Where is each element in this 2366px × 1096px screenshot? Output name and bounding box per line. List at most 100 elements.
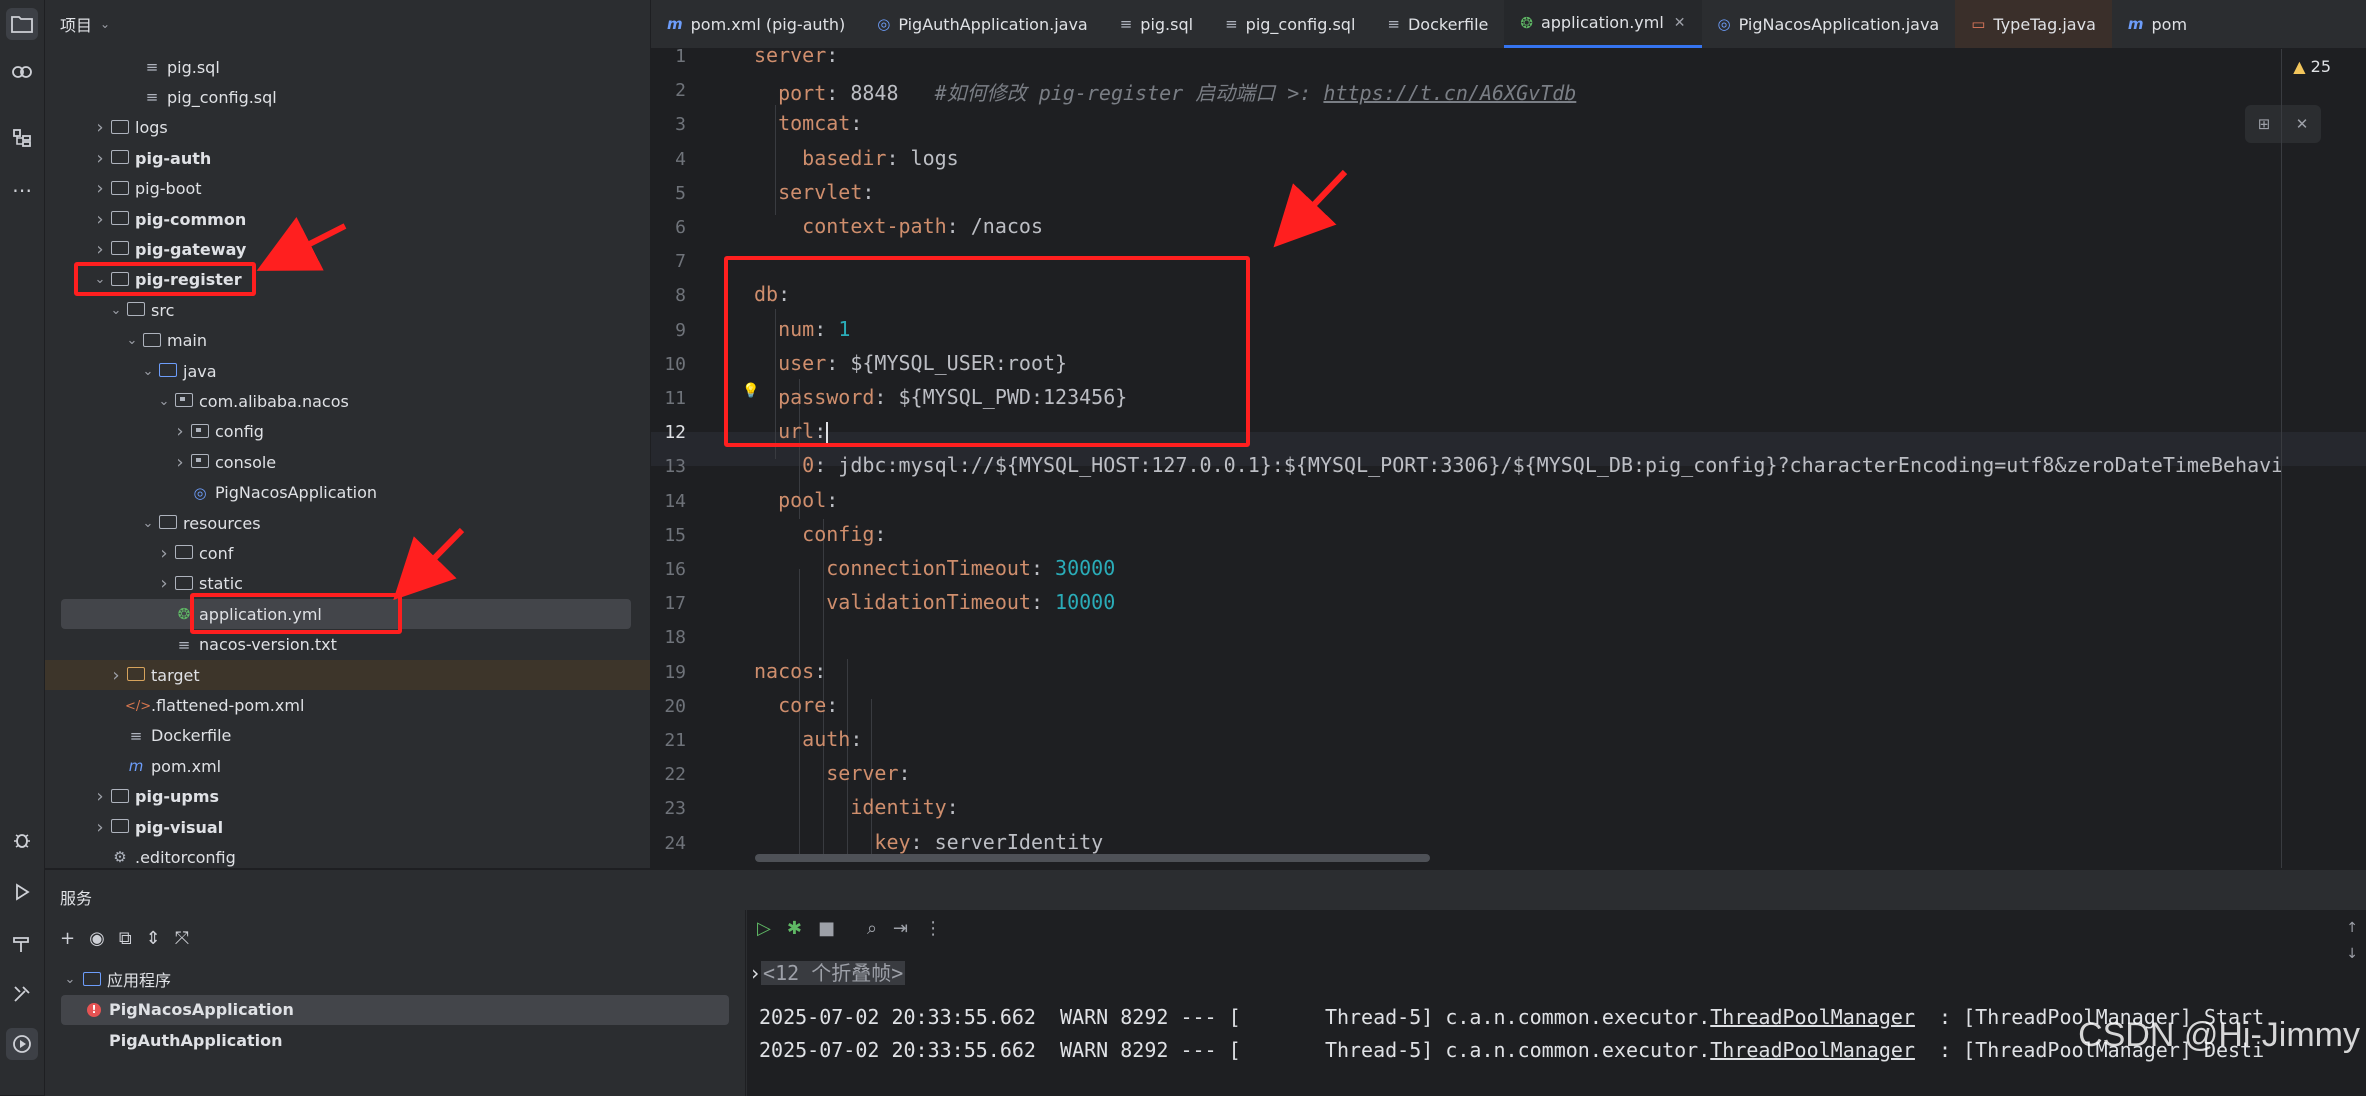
service-item[interactable]: PigAuthApplication xyxy=(61,1025,729,1055)
stop-icon[interactable]: ■ xyxy=(818,918,835,939)
tree-item[interactable]: › console xyxy=(171,447,276,477)
tree-item[interactable]: › pig-boot xyxy=(91,174,201,204)
close-icon[interactable]: ✕ xyxy=(1674,15,1686,31)
build-icon[interactable] xyxy=(6,928,38,960)
tree-item[interactable]: › pig-common xyxy=(91,204,246,234)
add-icon[interactable]: + xyxy=(60,928,75,949)
service-label: PigNacosApplication xyxy=(109,1000,294,1019)
editor-tab[interactable]: m pom.xml (pig-auth) xyxy=(651,0,861,48)
tree-item[interactable]: › pig-gateway xyxy=(91,234,246,264)
chevron-down-icon[interactable]: ⌄ xyxy=(139,364,157,379)
more-icon[interactable]: ⋮ xyxy=(924,918,942,939)
tree-item[interactable]: ◎ PigNacosApplication xyxy=(171,478,377,508)
run-console[interactable]: ▷ ✱ ■ ⌕ ⇥ ⋮ › <12 个折叠帧> 2025-07-02 20:33:… xyxy=(747,910,2366,1096)
line-number: 16 xyxy=(664,559,686,580)
tree-item[interactable]: ⌄ com.alibaba.nacos xyxy=(155,386,349,416)
chevron-down-icon[interactable]: ⌄ xyxy=(100,17,110,31)
chevron-down-icon[interactable]: ⌄ xyxy=(139,516,157,531)
structure-icon[interactable] xyxy=(6,122,38,154)
close-icon[interactable]: ✕ xyxy=(2296,115,2309,133)
exit-icon[interactable]: ⇥ xyxy=(893,918,908,939)
tree-item[interactable]: › conf xyxy=(155,538,233,568)
folded-frames[interactable]: › <12 个折叠帧> xyxy=(749,957,906,986)
more-icon[interactable]: ⋯ xyxy=(6,174,38,206)
copilot-icon[interactable] xyxy=(6,56,38,88)
service-item[interactable]: ! PigNacosApplication xyxy=(61,994,729,1025)
tree-item[interactable]: ⌄ src xyxy=(107,295,175,325)
editor-tab[interactable]: ≡ pig.sql xyxy=(1104,0,1209,48)
tree-item[interactable]: › config xyxy=(171,417,264,447)
new-tab-icon[interactable]: ⧉ xyxy=(119,928,132,949)
project-folder-icon[interactable] xyxy=(6,8,38,40)
horizontal-scrollbar[interactable] xyxy=(755,854,1430,862)
chevron-down-icon[interactable]: ⌄ xyxy=(155,394,173,409)
log-class-link[interactable]: ThreadPoolManager xyxy=(1710,1038,1915,1062)
chevron-right-icon[interactable]: › xyxy=(91,209,109,230)
editor-tab[interactable]: m pom xyxy=(2112,0,2203,48)
tree-item[interactable]: › logs xyxy=(91,113,167,143)
collapse-icon[interactable]: ⤧ xyxy=(175,928,189,949)
services-icon[interactable] xyxy=(6,1028,38,1060)
editor-tab[interactable]: ◎ PigNacosApplication.java xyxy=(1702,0,1956,48)
run-icon[interactable] xyxy=(6,876,38,908)
chevron-right-icon[interactable]: › xyxy=(171,452,189,473)
ai-assistant-icon[interactable]: ⊞ xyxy=(2258,115,2271,133)
tree-item[interactable]: ⌄ java xyxy=(139,356,217,386)
code-line: core: xyxy=(754,693,838,717)
tab-label: application.yml xyxy=(1540,13,1664,32)
editor-tab[interactable]: ≡ pig_config.sql xyxy=(1209,0,1371,48)
tree-item[interactable]: m pom.xml xyxy=(107,751,221,781)
debug-icon[interactable] xyxy=(6,824,38,856)
folder-icon xyxy=(109,240,131,258)
rerun-icon[interactable]: ▷ xyxy=(757,918,771,939)
editor-tab[interactable]: ≡ Dockerfile xyxy=(1371,0,1504,48)
tree-item[interactable]: ⌄ main xyxy=(123,326,207,356)
code-token: : xyxy=(814,658,827,683)
project-panel-header[interactable]: 项目 ⌄ xyxy=(45,0,650,48)
tree-item[interactable]: ≡ pig.sql xyxy=(123,52,220,82)
chevron-right-icon[interactable]: › xyxy=(91,239,109,260)
scroll-down-icon[interactable]: ↓ xyxy=(2346,946,2358,962)
tab-label: pom xyxy=(2151,14,2188,34)
chevron-right-icon[interactable]: › xyxy=(91,786,109,807)
eye-icon[interactable]: ◉ xyxy=(89,928,105,949)
debug-icon[interactable]: ✱ xyxy=(787,918,802,939)
chevron-right-icon[interactable]: › xyxy=(155,573,173,594)
tree-item[interactable]: ⚙ .editorconfig xyxy=(91,842,236,872)
chevron-right-icon[interactable]: › xyxy=(91,117,109,138)
tree-item[interactable]: › pig-auth xyxy=(91,143,211,173)
tree-item[interactable]: › target xyxy=(107,660,199,690)
log-class-link[interactable]: ThreadPoolManager xyxy=(1710,1005,1915,1029)
tree-item[interactable]: ≡ nacos-version.txt xyxy=(155,630,337,660)
code-editor[interactable]: 1 server: 2 port: 8848 #如何修改 pig-register … xyxy=(651,49,2366,868)
warning-count: 25 xyxy=(2310,57,2331,76)
expand-icon[interactable]: ⇕ xyxy=(146,928,161,949)
tree-item[interactable]: › pig-upms xyxy=(91,782,219,812)
chevron-down-icon[interactable]: ⌄ xyxy=(123,333,141,348)
chevron-right-icon[interactable]: › xyxy=(155,543,173,564)
tools-icon[interactable] xyxy=(6,978,38,1010)
package-icon xyxy=(189,453,211,471)
tree-item[interactable]: ≡ pig_config.sql xyxy=(123,82,277,112)
chevron-right-icon[interactable]: › xyxy=(91,817,109,838)
chevron-down-icon[interactable]: ⌄ xyxy=(61,972,79,987)
file-icon: ≡ xyxy=(177,635,191,654)
camera-icon[interactable]: ⌕ xyxy=(867,918,877,939)
chevron-right-icon[interactable]: › xyxy=(107,665,125,686)
tree-item[interactable]: ⌄ resources xyxy=(139,508,261,538)
tree-item[interactable]: › pig-visual xyxy=(91,812,223,842)
inspection-widget[interactable]: ▲ 25 xyxy=(2293,57,2331,76)
tree-item[interactable]: </> .flattened-pom.xml xyxy=(107,690,304,720)
editor-tab[interactable]: ▭ TypeTag.java xyxy=(1955,0,2112,48)
chevron-right-icon[interactable]: › xyxy=(91,148,109,169)
chevron-down-icon[interactable]: ⌄ xyxy=(107,303,125,318)
chevron-right-icon[interactable]: › xyxy=(91,178,109,199)
scroll-up-icon[interactable]: ↑ xyxy=(2346,920,2358,936)
service-item[interactable]: ⌄ 应用程序 xyxy=(61,964,729,994)
services-splitter[interactable] xyxy=(745,910,746,1096)
tree-item[interactable]: ≡ Dockerfile xyxy=(107,721,232,751)
editor-tab[interactable]: ❂ application.yml ✕ xyxy=(1504,0,1702,48)
chevron-right-icon[interactable]: › xyxy=(171,421,189,442)
editor-tab[interactable]: ◎ PigAuthApplication.java xyxy=(861,0,1104,48)
